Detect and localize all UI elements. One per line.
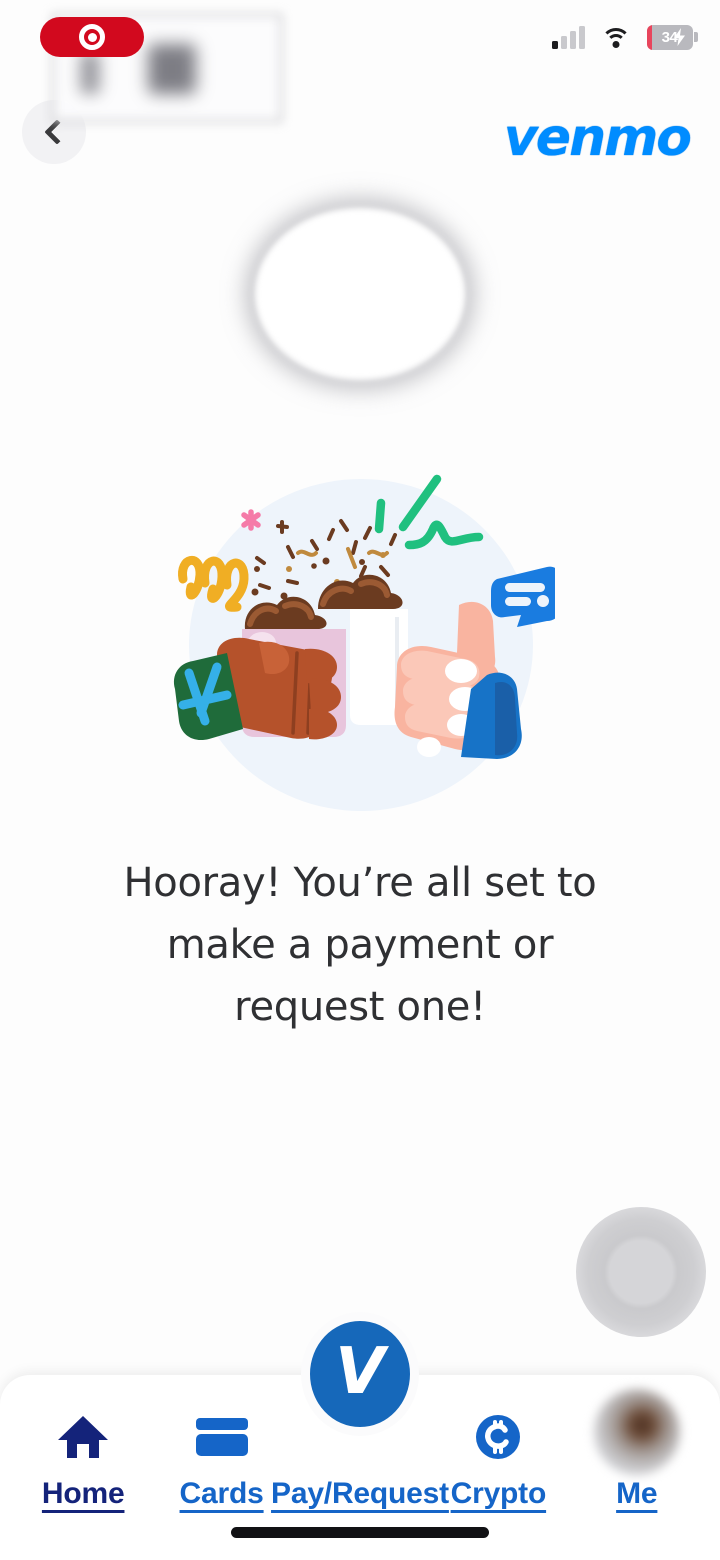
nav-label-me: Me xyxy=(616,1477,658,1510)
nav-label-home: Home xyxy=(41,1477,125,1510)
venmo-app-screen: 34 venmo Hooray! You’re all set to make … xyxy=(0,0,720,1560)
redacted-avatar-region xyxy=(255,208,465,380)
cellular-signal-icon xyxy=(551,25,585,49)
battery-charging-icon: 34 xyxy=(646,24,698,50)
home-indicator-bar xyxy=(231,1527,489,1538)
record-circle-icon xyxy=(79,24,105,50)
nav-label-cards: Cards xyxy=(179,1477,264,1510)
nav-label-crypto: Crypto xyxy=(450,1477,547,1510)
screen-recording-indicator[interactable] xyxy=(40,17,144,57)
battery-fill xyxy=(646,24,652,50)
pay-request-fab-button[interactable]: V xyxy=(301,1312,419,1436)
avatar-icon xyxy=(593,1389,680,1475)
record-dot xyxy=(87,32,97,42)
venmo-logo: venmo xyxy=(503,108,692,168)
status-bar: 34 xyxy=(0,0,720,74)
home-icon xyxy=(56,1413,110,1461)
card-icon xyxy=(194,1413,250,1461)
wifi-icon xyxy=(600,26,631,48)
status-bar-right: 34 xyxy=(551,24,698,50)
nav-item-cards[interactable]: Cards xyxy=(157,1413,287,1511)
venmo-v-icon: V xyxy=(335,1335,385,1409)
assistive-touch-button[interactable] xyxy=(576,1207,706,1337)
crypto-c-icon xyxy=(474,1413,522,1461)
nav-item-home[interactable]: Home xyxy=(18,1413,148,1511)
nav-item-me[interactable]: Me xyxy=(572,1389,702,1511)
chevron-left-icon xyxy=(44,119,70,145)
cheers-mugs-illustration xyxy=(0,452,720,832)
illustration-svg xyxy=(173,474,555,811)
nav-item-crypto[interactable]: Crypto xyxy=(433,1413,563,1511)
success-message: Hooray! You’re all set to make a payment… xyxy=(123,860,597,1030)
charging-bolt-icon xyxy=(673,28,685,46)
avatar xyxy=(593,1389,680,1475)
nav-label-pay-request: Pay/Request xyxy=(271,1477,449,1510)
